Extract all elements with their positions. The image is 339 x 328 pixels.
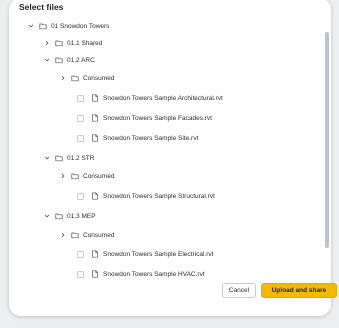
tree-folder-str[interactable]: 01.2 STR xyxy=(43,150,319,166)
folder-label: Consumed xyxy=(83,231,115,239)
chevron-down-icon[interactable] xyxy=(43,155,51,161)
file-checkbox[interactable] xyxy=(77,94,84,102)
cancel-button[interactable]: Cancel xyxy=(222,283,256,298)
file-icon xyxy=(91,270,99,278)
tree-folder-mep-consumed[interactable]: Consumed xyxy=(59,227,319,243)
folder-label: 01.2 ARC xyxy=(67,56,95,64)
folder-tree: 01 Snowdon Towers 01.1 Shared 01.2 ARC C… xyxy=(19,18,319,282)
file-label: Snowdon Towers Sample Architectural.rvt xyxy=(103,94,223,102)
tree-folder-root[interactable]: 01 Snowdon Towers xyxy=(27,18,317,34)
file-icon xyxy=(91,114,99,122)
chevron-down-icon[interactable] xyxy=(43,213,51,219)
dialog-title: Select files xyxy=(19,2,64,12)
tree-file-row[interactable]: Snowdon Towers Sample Facades.rvt xyxy=(77,110,319,126)
chevron-down-icon[interactable] xyxy=(43,57,51,63)
file-label: Snowdon Towers Sample Structural.rvt xyxy=(103,192,215,200)
folder-icon xyxy=(39,22,47,30)
select-files-dialog: Select files 01 Snowdon Towers 01.1 Shar… xyxy=(9,0,337,316)
folder-icon xyxy=(55,212,63,220)
tree-folder-str-consumed[interactable]: Consumed xyxy=(59,168,319,184)
chevron-right-icon[interactable] xyxy=(43,40,51,46)
file-icon xyxy=(91,94,99,102)
tree-file-row[interactable]: Snowdon Towers Sample HVAC.rvt xyxy=(77,266,319,282)
folder-icon xyxy=(71,231,79,239)
folder-icon xyxy=(55,39,63,47)
file-checkbox[interactable] xyxy=(77,250,84,258)
folder-icon xyxy=(55,154,63,162)
folder-label: 01.1 Shared xyxy=(67,39,103,47)
file-icon xyxy=(91,192,99,200)
tree-folder-mep[interactable]: 01.3 MEP xyxy=(43,208,319,224)
tree-folder-shared[interactable]: 01.1 Shared xyxy=(43,35,319,51)
chevron-right-icon[interactable] xyxy=(59,232,67,238)
scrollbar[interactable] xyxy=(325,32,329,248)
folder-label: Consumed xyxy=(83,172,115,180)
tree-file-row[interactable]: Snowdon Towers Sample Architectural.rvt xyxy=(77,90,319,106)
folder-label: 01 Snowdon Towers xyxy=(51,22,110,30)
file-checkbox[interactable] xyxy=(77,192,84,200)
folder-label: Consumed xyxy=(83,74,115,82)
tree-file-row[interactable]: Snowdon Towers Sample Electrical.rvt xyxy=(77,246,319,262)
folder-icon xyxy=(71,172,79,180)
tree-file-row[interactable]: Snowdon Towers Sample Site.rvt xyxy=(77,130,319,146)
file-icon xyxy=(91,250,99,258)
chevron-down-icon[interactable] xyxy=(27,23,35,29)
file-checkbox[interactable] xyxy=(77,270,84,278)
file-label: Snowdon Towers Sample Facades.rvt xyxy=(103,114,212,122)
chevron-right-icon[interactable] xyxy=(59,173,67,179)
chevron-right-icon[interactable] xyxy=(59,75,67,81)
file-label: Snowdon Towers Sample Site.rvt xyxy=(103,134,199,142)
folder-icon xyxy=(55,56,63,64)
tree-folder-arc-consumed[interactable]: Consumed xyxy=(59,70,319,86)
upload-and-share-button[interactable]: Upload and share xyxy=(261,283,337,298)
folder-label: 01.3 MEP xyxy=(67,212,96,220)
file-label: Snowdon Towers Sample Electrical.rvt xyxy=(103,250,214,258)
file-label: Snowdon Towers Sample HVAC.rvt xyxy=(103,270,205,278)
folder-icon xyxy=(71,74,79,82)
tree-folder-arc[interactable]: 01.2 ARC xyxy=(43,52,319,68)
file-checkbox[interactable] xyxy=(77,134,84,142)
file-icon xyxy=(91,134,99,142)
file-checkbox[interactable] xyxy=(77,114,84,122)
tree-file-row[interactable]: Snowdon Towers Sample Structural.rvt xyxy=(77,188,319,204)
folder-label: 01.2 STR xyxy=(67,154,95,162)
